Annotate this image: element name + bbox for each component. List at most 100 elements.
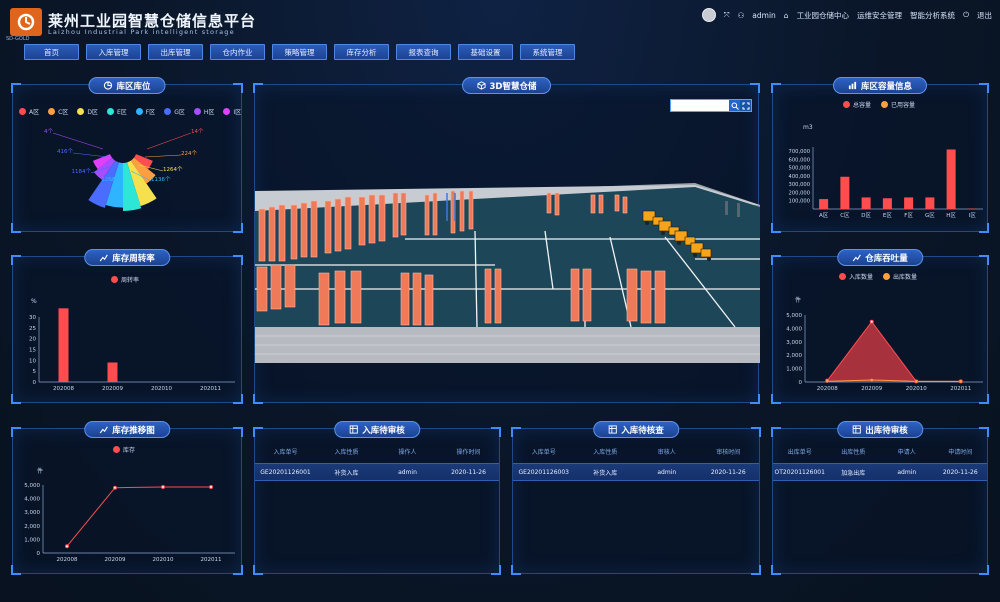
x-tick-label: C区	[840, 212, 850, 219]
throughput-panel: 仓库吞吐量 入库数量 出库数量 件 0 1,000 2,000 3,000 4,000 5,…	[771, 249, 989, 404]
turnover-panel: 库存周转率 周转率 % 0 5 10 15 20 25 30 202008 202009 20201…	[11, 249, 243, 404]
legend-dot	[106, 108, 114, 115]
y-tick-label: 3,000	[786, 340, 802, 346]
bar	[904, 197, 914, 209]
legend-item[interactable]: F区	[135, 107, 155, 116]
table-row[interactable]: GE20201126003 补货入库 admin 2020-11-26	[513, 463, 759, 481]
x-tick-label: 202010	[153, 557, 174, 563]
legend-item[interactable]: H区	[193, 107, 215, 116]
capacity-bar-chart: m3 100,000 200,000 300,000 400,000 500,000 600…	[789, 124, 983, 219]
outbound-review-header: 出库单号 出库性质 申请人 申请时间	[787, 449, 973, 456]
warehouse-3d-view[interactable]	[255, 181, 760, 363]
outbound-review-title: 出库待审核	[837, 421, 923, 438]
legend-dot	[135, 108, 143, 115]
nav-outbound[interactable]: 出库管理	[148, 44, 203, 60]
data-point	[870, 378, 874, 382]
y-unit: m3	[803, 124, 813, 131]
nav-strategy[interactable]: 策略管理	[272, 44, 327, 60]
y-tick-label: 0	[33, 380, 37, 386]
legend-item[interactable]: C区	[48, 107, 68, 116]
legend-label: A区	[29, 109, 40, 116]
legend-label: H区	[203, 109, 215, 116]
legend-dot	[19, 108, 26, 115]
x-tick-label: D区	[861, 212, 871, 219]
capacity-panel: 库区容量信息 总容量 已用容量 m3 100,000 200,000 300,000 4…	[771, 77, 989, 233]
legend-dot	[77, 108, 85, 115]
y-tick-label: 0	[799, 380, 803, 386]
app-subtitle: Laizhou Industrial Park intelligent stor…	[48, 28, 235, 36]
logout-icon: ⏻	[963, 10, 969, 19]
inbound-check-header: 入库单号 入库性质 审核人 审核时间	[531, 449, 741, 456]
legend-item[interactable]: D区	[77, 107, 98, 116]
y-tick-label: 15	[29, 348, 36, 354]
trend-panel: 库存推移图 库存 件 0 1,000 2,000 3,000 4,000 5,000 2020…	[11, 421, 243, 575]
x-tick-label: 202011	[200, 386, 221, 392]
legend-label: C区	[58, 109, 69, 116]
logo-icon	[17, 13, 35, 31]
pie-label: 4个	[44, 128, 53, 135]
link-logout[interactable]: 退出	[977, 10, 992, 21]
cube-icon	[476, 81, 486, 90]
nav-inventory-analysis[interactable]: 库存分析	[334, 44, 389, 60]
avatar[interactable]	[701, 8, 716, 22]
bar	[946, 149, 956, 209]
y-tick-label: 1,000	[24, 537, 40, 543]
y-tick-label: 5	[33, 369, 37, 375]
legend-dot	[223, 108, 231, 115]
y-tick-label: 3,000	[24, 510, 40, 516]
username[interactable]: admin	[752, 11, 776, 20]
legend-item[interactable]: A区	[19, 107, 39, 116]
y-tick-label: 500,000	[789, 166, 810, 172]
nav-system[interactable]: 系统管理	[520, 44, 575, 60]
y-tick-label: 2,000	[24, 524, 40, 530]
pie-label: 224个	[181, 150, 197, 157]
link-security[interactable]: 运维安全管理	[857, 10, 902, 21]
fullscreen-icon[interactable]: ⤧	[724, 10, 730, 20]
bar	[107, 362, 118, 382]
table-icon	[852, 425, 861, 434]
data-point	[869, 319, 874, 324]
legend-label: E区	[116, 109, 127, 116]
warehouse-search	[670, 99, 752, 112]
main-nav: 首页 入库管理 出库管理 仓内作业 策略管理 库存分析 报表查询 基础设置 系统…	[24, 44, 575, 60]
x-tick-label: 202008	[817, 386, 838, 392]
expand-icon[interactable]	[740, 100, 751, 111]
nav-reports[interactable]: 报表查询	[396, 44, 451, 60]
nav-basic-settings[interactable]: 基础设置	[458, 44, 513, 60]
x-tick-label: 202011	[201, 557, 222, 563]
legend-label: D区	[87, 109, 98, 116]
inbound-review-title: 入库待审核	[334, 421, 420, 438]
data-point	[161, 485, 165, 490]
pie-leader	[146, 132, 192, 150]
y-tick-label: 25	[29, 326, 36, 332]
link-warehouse-center[interactable]: 工业园仓储中心	[797, 10, 850, 21]
outbound-review-panel: 出库待审核 出库单号 出库性质 申请人 申请时间 OT20201126001 加急出库 a…	[771, 421, 989, 575]
legend-item[interactable]: I区	[223, 107, 241, 116]
y-unit: 件	[37, 467, 43, 475]
table-row[interactable]: OT20201126001 加急出库 admin 2020-11-26	[773, 463, 987, 481]
y-tick-label: 5,000	[786, 313, 802, 319]
y-tick-label: 30	[29, 315, 36, 321]
legend-label: I区	[233, 109, 242, 116]
y-tick-label: 2,000	[786, 353, 802, 359]
legend-item[interactable]: G区	[164, 107, 185, 116]
y-tick-label: 100,000	[789, 199, 810, 205]
x-tick-label: E区	[883, 212, 892, 219]
link-analysis[interactable]: 智能分析系统	[910, 10, 955, 21]
search-icon[interactable]	[729, 100, 740, 111]
legend-item[interactable]: E区	[106, 107, 127, 116]
nav-warehouse-ops[interactable]: 仓内作业	[210, 44, 265, 60]
legend-dot	[164, 108, 172, 115]
nav-inbound[interactable]: 入库管理	[86, 44, 141, 60]
warehouse-search-input[interactable]	[671, 100, 729, 111]
nav-home[interactable]: 首页	[24, 44, 79, 60]
throughput-area-chart: 件 0 1,000 2,000 3,000 4,000 5,000 202008 202009 2…	[786, 296, 983, 392]
pie-leader	[72, 152, 109, 158]
data-point	[914, 380, 918, 383]
pie-label: 1264个	[163, 166, 183, 173]
table-icon	[608, 425, 617, 434]
zone-pie-chart: 4个 416个 1184个 1280个 1136个 1264个 224个 14个	[44, 128, 204, 211]
table-row[interactable]: GE20201126001 补货入库 admin 2020-11-26	[255, 463, 499, 481]
data-point	[65, 544, 69, 549]
dashboard: SD-GOLD 莱州工业园智慧仓储信息平台 Laizhou Industrial…	[0, 0, 1000, 602]
